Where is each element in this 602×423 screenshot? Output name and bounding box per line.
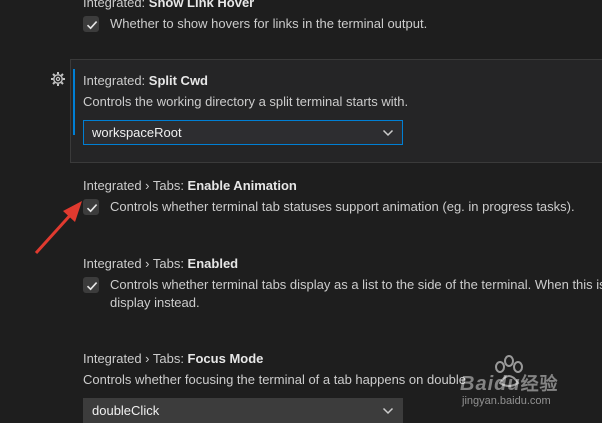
setting-title-split-cwd: Integrated: Split Cwd [83, 73, 208, 88]
focus-indicator [73, 69, 75, 135]
setting-name: Show Link Hover [148, 0, 255, 10]
setting-description: Controls whether focusing the terminal o… [83, 372, 467, 387]
split-cwd-select[interactable]: workspaceRoot [83, 120, 403, 145]
checkmark-icon [86, 21, 98, 30]
baidu-jingyan-watermark: Baidu经验 jingyan.baidu.com [460, 355, 600, 415]
setting-name: Split Cwd [148, 73, 208, 88]
setting-description: Controls the working directory a split t… [83, 94, 409, 109]
watermark-brand: Baidu [460, 373, 521, 395]
checkbox-show-link-hover[interactable] [83, 16, 99, 32]
setting-name: Focus Mode [187, 351, 264, 366]
setting-name: Enable Animation [187, 178, 297, 193]
watermark-chinese: 经验 [520, 374, 559, 395]
chevron-down-icon [382, 129, 394, 137]
focus-mode-select[interactable]: doubleClick [83, 398, 403, 423]
setting-description-line-1: Controls whether terminal tabs display a… [110, 277, 602, 292]
checkbox-tabs-enabled[interactable] [83, 277, 99, 293]
checkmark-icon [86, 282, 98, 291]
setting-category: Integrated: [83, 73, 149, 88]
setting-category: Integrated: [83, 0, 149, 10]
annotation-arrow [34, 201, 82, 255]
setting-category: Integrated › Tabs: [83, 351, 188, 366]
setting-description-line-2: display instead. [110, 295, 200, 310]
setting-title-focus-mode: Integrated › Tabs: Focus Mode [83, 351, 263, 366]
setting-title-tabs-enabled: Integrated › Tabs: Enabled [83, 256, 238, 271]
chevron-down-icon [382, 407, 394, 415]
setting-category: Integrated › Tabs: [83, 256, 188, 271]
setting-description: Controls whether terminal tab statuses s… [110, 199, 575, 214]
gear-icon[interactable] [50, 71, 66, 87]
setting-title-show-link-hover: Integrated: Show Link Hover [83, 0, 254, 10]
watermark-url: jingyan.baidu.com [462, 395, 551, 407]
select-value: doubleClick [92, 403, 160, 418]
setting-description: Whether to show hovers for links in the … [110, 16, 428, 31]
setting-name: Enabled [187, 256, 239, 271]
setting-title-enable-animation: Integrated › Tabs: Enable Animation [83, 178, 297, 193]
select-value: workspaceRoot [92, 125, 182, 140]
setting-category: Integrated › Tabs: [83, 178, 188, 193]
